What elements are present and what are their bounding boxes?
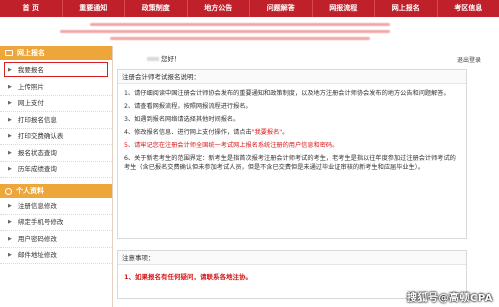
sidebar-item-print-payment-confirm[interactable]: ▶ 打印交费确认表 <box>0 129 112 145</box>
sidebar-section-registration: 网上报名 <box>0 46 112 60</box>
register-link[interactable]: "我要报名" <box>252 129 282 136</box>
arrow-icon: ▶ <box>8 252 12 259</box>
notice-title: 注册会计师考试报名说明： <box>118 70 466 84</box>
sidebar-item-register[interactable]: ▶ 我要报名 <box>4 62 108 77</box>
sidebar-item-edit-email[interactable]: ▶ 邮件地址修改 <box>0 248 112 264</box>
watermark: 搜狐号@高顿CPA <box>407 293 493 304</box>
sidebar-section-title: 网上报名 <box>17 49 45 57</box>
sidebar-item-edit-phone[interactable]: ▶ 绑定手机号修改 <box>0 215 112 231</box>
blurred-banner <box>0 17 499 45</box>
notice-paragraph-2: 2、请查看网报流程，按照网报流程进行报名。 <box>124 103 252 110</box>
nav-online-registration[interactable]: 网上报名 <box>375 0 438 17</box>
sidebar-section-profile: 个人资料 <box>0 184 112 198</box>
notice-paragraph-3: 3、如遇到报名网络请选择其他时间报名。 <box>124 116 240 123</box>
attention-text: 1、如果报名有任何疑问，请联系各地注协。 <box>124 273 253 281</box>
user-icon <box>5 187 12 195</box>
arrow-icon: ▶ <box>8 116 12 123</box>
top-navigation: 首 页 重要通知 政策制度 地方公告 问题解答 网报流程 网上报名 考区信息 <box>0 0 499 17</box>
arrow-icon: ▶ <box>8 219 12 226</box>
nav-home[interactable]: 首 页 <box>0 0 63 17</box>
arrow-icon: ▶ <box>8 100 12 107</box>
notice-paragraph-4: 4、修改报名信息、进行网上支付操作，请点击"我要报名"。 <box>124 129 289 136</box>
arrow-icon: ▶ <box>8 66 12 73</box>
nav-registration-process[interactable]: 网报流程 <box>313 0 375 17</box>
attention-title: 注意事项： <box>118 251 466 265</box>
arrow-icon: ▶ <box>8 166 12 173</box>
sidebar-item-print-info[interactable]: ▶ 打印报名信息 <box>0 112 112 129</box>
sidebar-item-edit-password[interactable]: ▶ 用户密码修改 <box>0 231 112 248</box>
notice-paragraph-1: 1、请仔细阅读中国注册会计师协会发布的重要通知和政策制度，以及地方注册会计师协会… <box>124 90 450 97</box>
sidebar-item-upload-photo[interactable]: ▶ 上传照片 <box>0 79 112 96</box>
arrow-icon: ▶ <box>8 133 12 140</box>
username-redacted <box>147 57 159 61</box>
sidebar-item-edit-registration[interactable]: ▶ 注册信息修改 <box>0 198 112 215</box>
monitor-icon <box>5 50 13 56</box>
arrow-icon: ▶ <box>8 202 12 209</box>
nav-faq[interactable]: 问题解答 <box>250 0 313 17</box>
notice-panel: 注册会计师考试报名说明： 1、请仔细阅读中国注册会计师协会发布的重要通知和政策制… <box>117 69 467 239</box>
sidebar: 网上报名 ▶ 我要报名 ▶ 上传照片 ▶ 网上支付 ▶ 打印报名信息 ▶ 打印交费确认表 … <box>0 46 113 307</box>
greeting: 您好！ <box>147 53 181 63</box>
notice-paragraph-6: 6、关于新老考生的范围界定：新考生是指首次报考注册会计师考试的考生，老考生是指以… <box>124 155 456 171</box>
nav-policies[interactable]: 政策制度 <box>125 0 188 17</box>
sidebar-item-score-query[interactable]: ▶ 历年成绩查询 <box>0 162 112 178</box>
notice-paragraph-5: 5、请牢记您在注册会计师全国统一考试网上报名系统注册的用户信息和密码。 <box>124 142 339 149</box>
sidebar-item-online-payment[interactable]: ▶ 网上支付 <box>0 96 112 112</box>
arrow-icon: ▶ <box>8 149 12 156</box>
logout-link[interactable]: 退出登录 <box>457 55 481 64</box>
sidebar-section-title: 个人资料 <box>16 187 44 195</box>
arrow-icon: ▶ <box>8 83 12 90</box>
sidebar-item-status-query[interactable]: ▶ 报名状态查询 <box>0 145 112 162</box>
notice-body: 1、请仔细阅读中国注册会计师协会发布的重要通知和政策制度，以及地方注册会计师协会… <box>118 84 466 172</box>
nav-important-notices[interactable]: 重要通知 <box>63 0 125 17</box>
nav-local-announcements[interactable]: 地方公告 <box>188 0 250 17</box>
nav-exam-area-info[interactable]: 考区信息 <box>438 0 499 17</box>
arrow-icon: ▶ <box>8 235 12 242</box>
main-content: 您好！ 退出登录 注册会计师考试报名说明： 1、请仔细阅读中国注册会计师协会发布… <box>117 46 493 307</box>
